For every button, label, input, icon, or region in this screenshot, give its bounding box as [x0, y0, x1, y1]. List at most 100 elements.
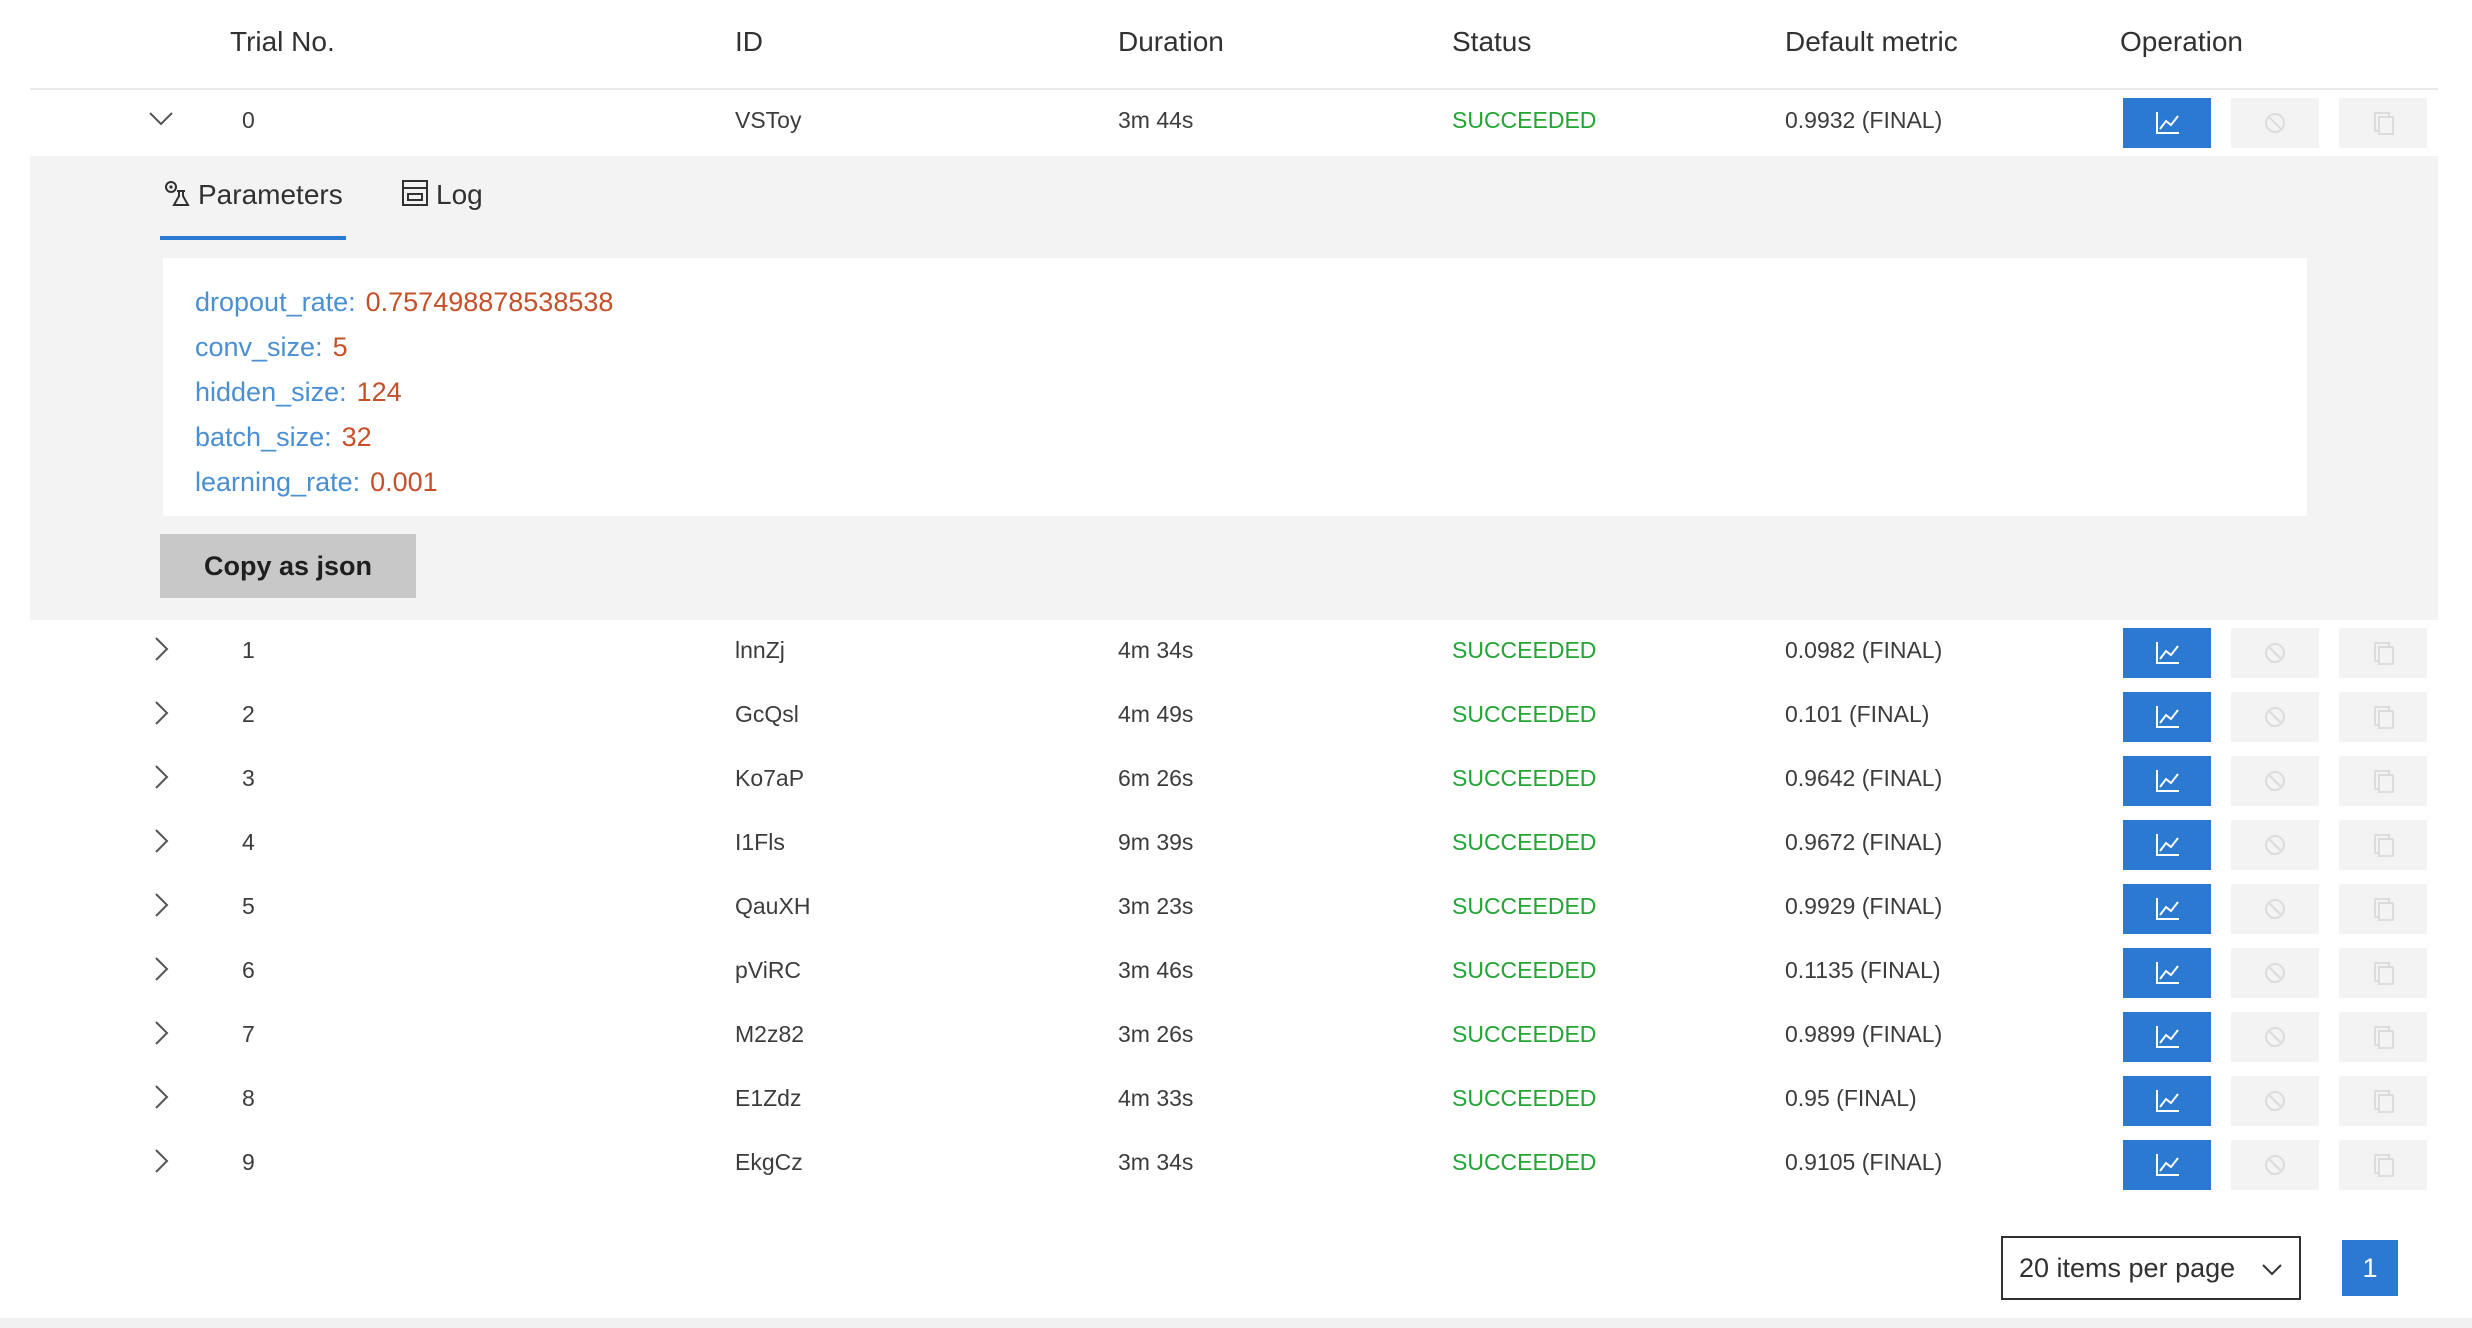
table-row[interactable]: 4 I1Fls 9m 39s SUCCEEDED 0.9672 (FINAL) [30, 812, 2438, 876]
status-cell: SUCCEEDED [1452, 829, 1597, 855]
view-detail-button[interactable] [2123, 756, 2211, 806]
copy-icon [2374, 642, 2394, 665]
trial-no-cell: 9 [242, 1149, 255, 1175]
tab-parameters[interactable]: Parameters [160, 178, 346, 240]
status-cell: SUCCEEDED [1452, 637, 1597, 663]
chevron-right-icon [155, 957, 169, 981]
trial-detail-panel: Parameters Log dropout_rate: 0.7574988785… [30, 156, 2438, 620]
chart-icon [2156, 1154, 2179, 1176]
table-row[interactable]: 6 pViRC 3m 46s SUCCEEDED 0.1135 (FINAL) [30, 940, 2438, 1004]
view-detail-button[interactable] [2123, 948, 2211, 998]
trial-no-cell: 4 [242, 829, 255, 855]
status-cell: SUCCEEDED [1452, 107, 1597, 133]
view-detail-button[interactable] [2123, 1012, 2211, 1062]
trial-no-cell: 6 [242, 957, 255, 983]
copy-icon [2374, 1026, 2394, 1049]
param-key: learning_rate: [195, 467, 361, 497]
header-operation: Operation [2120, 26, 2243, 57]
duration-cell: 3m 46s [1118, 957, 1194, 983]
trial-id-cell: EkgCz [735, 1149, 803, 1175]
copy-icon [2374, 834, 2394, 857]
chevron-down-icon [149, 112, 173, 126]
row-expander[interactable] [146, 1082, 176, 1112]
view-detail-button[interactable] [2123, 692, 2211, 742]
metric-cell: 0.9929 (FINAL) [1785, 893, 1943, 919]
row-expander[interactable] [146, 1018, 176, 1048]
view-detail-button[interactable] [2123, 820, 2211, 870]
header-trial-no[interactable]: Trial No. [230, 26, 335, 58]
row-expander[interactable] [146, 698, 176, 728]
customize-trial-button [2339, 628, 2427, 678]
trial-no-cell: 5 [242, 893, 255, 919]
row-expander[interactable] [146, 634, 176, 664]
metric-cell: 0.0982 (FINAL) [1785, 637, 1943, 663]
row-expander[interactable] [146, 954, 176, 984]
table-row[interactable]: 5 QauXH 3m 23s SUCCEEDED 0.9929 (FINAL) [30, 876, 2438, 940]
row-expander[interactable] [146, 1146, 176, 1176]
param-key: batch_size: [195, 422, 332, 452]
row-expander[interactable] [146, 826, 176, 856]
metric-cell: 0.9899 (FINAL) [1785, 1021, 1943, 1047]
param-line: hidden_size: 124 [195, 370, 2307, 415]
view-detail-button[interactable] [2123, 1140, 2211, 1190]
duration-cell: 3m 23s [1118, 893, 1194, 919]
cancel-icon [2265, 1155, 2285, 1175]
trial-no-cell: 1 [242, 637, 255, 663]
duration-cell: 4m 49s [1118, 701, 1194, 727]
metric-cell: 0.9105 (FINAL) [1785, 1149, 1943, 1175]
chart-icon [2156, 1090, 2179, 1112]
row-expander[interactable] [146, 890, 176, 920]
chevron-down-icon [2262, 1264, 2282, 1276]
page-button-1[interactable]: 1 [2342, 1240, 2398, 1296]
chart-icon [2156, 112, 2179, 134]
table-row[interactable]: 9 EkgCz 3m 34s SUCCEEDED 0.9105 (FINAL) [30, 1132, 2438, 1196]
cancel-icon [2265, 1091, 2285, 1111]
view-detail-button[interactable] [2123, 628, 2211, 678]
kill-trial-button [2231, 948, 2319, 998]
chevron-right-icon [155, 701, 169, 725]
row-expander[interactable] [146, 104, 176, 134]
cancel-icon [2265, 1027, 2285, 1047]
chevron-right-icon [155, 829, 169, 853]
table-row[interactable]: 1 lnnZj 4m 34s SUCCEEDED 0.0982 (FINAL) [30, 620, 2438, 684]
copy-icon [2374, 898, 2394, 921]
customize-trial-button [2339, 756, 2427, 806]
cancel-icon [2265, 643, 2285, 663]
chevron-right-icon [155, 893, 169, 917]
chevron-right-icon [155, 1149, 169, 1173]
trial-id-cell: GcQsl [735, 701, 799, 727]
header-default-metric[interactable]: Default metric [1785, 26, 1958, 58]
header-duration[interactable]: Duration [1118, 26, 1224, 58]
table-row[interactable]: 7 M2z82 3m 26s SUCCEEDED 0.9899 (FINAL) [30, 1004, 2438, 1068]
copy-icon [2374, 1154, 2394, 1177]
copy-icon [2374, 112, 2394, 135]
items-per-page-dropdown[interactable]: 20 items per page [2001, 1236, 2301, 1300]
footer-divider [0, 1318, 2472, 1328]
copy-as-json-button[interactable]: Copy as json [160, 534, 416, 598]
table-row[interactable]: 3 Ko7aP 6m 26s SUCCEEDED 0.9642 (FINAL) [30, 748, 2438, 812]
metric-cell: 0.1135 (FINAL) [1785, 957, 1941, 983]
chart-icon [2156, 770, 2179, 792]
table-row[interactable]: 8 E1Zdz 4m 33s SUCCEEDED 0.95 (FINAL) [30, 1068, 2438, 1132]
tab-log[interactable]: Log [400, 178, 483, 240]
trial-id-cell: VSToy [735, 107, 802, 133]
log-icon [402, 180, 428, 206]
trial-no-cell: 8 [242, 1085, 255, 1111]
header-id[interactable]: ID [735, 26, 763, 58]
view-detail-button[interactable] [2123, 1076, 2211, 1126]
param-line: learning_rate: 0.001 [195, 460, 2307, 505]
view-detail-button[interactable] [2123, 98, 2211, 148]
row-expander[interactable] [146, 762, 176, 792]
kill-trial-button [2231, 884, 2319, 934]
header-status[interactable]: Status [1452, 26, 1531, 58]
table-row[interactable]: 2 GcQsl 4m 49s SUCCEEDED 0.101 (FINAL) [30, 684, 2438, 748]
trial-id-cell: Ko7aP [735, 765, 805, 791]
table-row[interactable]: 0 VSToy 3m 44s SUCCEEDED 0.9932 (FINAL) [30, 90, 2438, 156]
metric-cell: 0.101 (FINAL) [1785, 701, 1930, 727]
duration-cell: 4m 33s [1118, 1085, 1194, 1111]
cancel-icon [2265, 113, 2285, 133]
trial-no-cell: 3 [242, 765, 255, 791]
copy-icon [2374, 962, 2394, 985]
param-key: conv_size: [195, 332, 323, 362]
view-detail-button[interactable] [2123, 884, 2211, 934]
